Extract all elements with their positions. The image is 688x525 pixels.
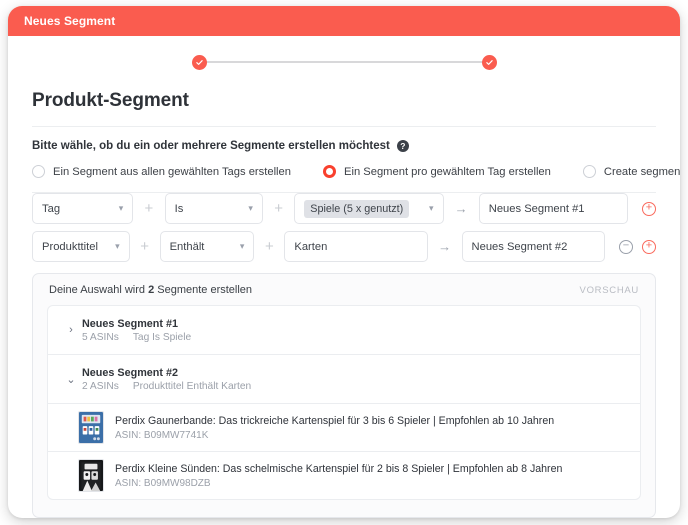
radio-indicator[interactable]: [323, 165, 336, 178]
chevron-down-icon: ▾: [118, 203, 124, 213]
product-asin: ASIN: B09MW98DZB: [115, 477, 211, 489]
preview-summary: Deine Auswahl wird 2 Segmente erstellen: [49, 284, 252, 296]
radio-label: Ein Segment aus allen gewählten Tags ers…: [53, 165, 291, 178]
segment-mode-radio-group: Ein Segment aus allen gewählten Tags ers…: [32, 165, 680, 178]
chevron-down-icon[interactable]: ⌄: [60, 373, 82, 386]
title-divider: [32, 126, 656, 127]
rule-operator-value: Enthält: [169, 240, 205, 253]
add-rule-button[interactable]: +: [642, 201, 656, 216]
rule-row-actions: +: [642, 201, 656, 216]
rule-attribute-value: Tag: [42, 202, 61, 215]
rule-operator-select[interactable]: Is ▾: [164, 193, 263, 224]
arrow-separator-icon: →: [454, 201, 468, 216]
radio-option-per-tag[interactable]: Ein Segment pro gewähltem Tag erstellen: [323, 165, 551, 178]
segment-name: Neues Segment #1: [82, 317, 179, 330]
segment-texts: Neues Segment #1 5 ASINs Tag Is Spiele: [82, 318, 191, 343]
product-image: [79, 412, 103, 443]
product-thumbnail: [78, 459, 104, 492]
rule-builder: Tag ▾ + Is ▾ + Spiele (5 x genutzt) ▾ →: [32, 193, 656, 271]
modal-title: Neues Segment: [24, 14, 116, 28]
preview-segment-list: › Neues Segment #1 5 ASINs Tag Is Spiele…: [33, 305, 655, 500]
stepper-line: [199, 61, 489, 63]
preview-summary-count: 2: [148, 284, 155, 296]
product-title: Perdix Kleine Sünden: Das schelmische Ka…: [115, 462, 563, 475]
segment-asin-count: 5 ASINs: [82, 331, 119, 343]
new-segment-modal: Neues Segment Produkt-Segment Bitte wähl…: [8, 6, 680, 518]
plus-separator-icon: +: [140, 238, 149, 255]
arrow-separator-icon: →: [438, 239, 452, 254]
radio-option-all-tags[interactable]: Ein Segment aus allen gewählten Tags ers…: [32, 165, 291, 178]
rule-operator-value: Is: [174, 202, 184, 215]
chevron-down-icon: ▾: [248, 203, 253, 213]
segment-name-value: Neues Segment #2: [471, 240, 568, 253]
preview-header: Deine Auswahl wird 2 Segmente erstellen …: [33, 274, 655, 305]
rule-row-actions: − +: [619, 239, 656, 254]
modal-header: Neues Segment: [8, 6, 680, 36]
help-icon[interactable]: ?: [396, 140, 409, 152]
stepper-step-2[interactable]: [481, 54, 497, 70]
segment-condition: Produkttitel Enthält Karten: [132, 380, 252, 392]
product-list-item[interactable]: Perdix Gaunerbande: Das trickreiche Kart…: [47, 403, 641, 451]
product-title: Perdix Gaunerbande: Das trickreiche Kart…: [115, 414, 555, 427]
preview-summary-prefix: Deine Auswahl wird: [49, 284, 145, 296]
product-image: [79, 460, 103, 491]
product-thumbnail: [78, 411, 104, 444]
radio-label: Create segment for all Products: [603, 165, 680, 178]
prompt-row: Bitte wähle, ob du ein oder mehrere Segm…: [32, 140, 656, 152]
segment-name-input[interactable]: Neues Segment #2: [461, 231, 605, 262]
preview-summary-suffix: Segmente erstellen: [157, 284, 253, 296]
rule-row: Produkttitel ▾ + Enthält ▾ + Karten → Ne…: [32, 231, 656, 262]
segment-name-value: Neues Segment #1: [488, 202, 585, 215]
rule-operator-select[interactable]: Enthält ▾: [159, 231, 255, 262]
stepper-track: [191, 53, 497, 71]
preview-label: VORSCHAU: [579, 284, 639, 296]
stepper-step-1[interactable]: [191, 54, 207, 70]
product-texts: Perdix Kleine Sünden: Das schelmische Ka…: [115, 463, 562, 489]
rule-value-select[interactable]: Spiele (5 x genutzt) ▾: [294, 193, 444, 224]
add-rule-button[interactable]: +: [642, 239, 656, 254]
segment-meta: 2 ASINs Produkttitel Enthält Karten: [82, 381, 251, 392]
segment-condition: Tag Is Spiele: [132, 331, 192, 343]
rule-attribute-value: Produkttitel: [42, 240, 98, 253]
chevron-down-icon: ▾: [239, 241, 245, 251]
modal-body: Produkt-Segment Bitte wähle, ob du ein o…: [8, 88, 680, 518]
radio-indicator[interactable]: [582, 165, 596, 178]
wizard-stepper: [8, 36, 680, 88]
radio-label: Ein Segment pro gewähltem Tag erstellen: [344, 165, 551, 178]
page-title: Produkt-Segment: [32, 90, 189, 111]
rule-row: Tag ▾ + Is ▾ + Spiele (5 x genutzt) ▾ →: [32, 193, 656, 224]
check-circle-icon: [195, 59, 203, 65]
product-texts: Perdix Gaunerbande: Das trickreiche Kart…: [115, 415, 554, 441]
plus-separator-icon: +: [144, 200, 154, 217]
product-list-item[interactable]: Perdix Kleine Sünden: Das schelmische Ka…: [47, 451, 641, 500]
rule-value-text: Karten: [294, 240, 328, 253]
segment-accordion-item[interactable]: ⌄ Neues Segment #2 2 ASINs Produkttitel …: [47, 354, 641, 403]
chevron-right-icon[interactable]: ›: [60, 324, 82, 336]
preview-panel: Deine Auswahl wird 2 Segmente erstellen …: [32, 273, 656, 518]
rule-value-input[interactable]: Karten: [284, 231, 428, 262]
radio-indicator[interactable]: [32, 165, 45, 178]
prompt-text: Bitte wähle, ob du ein oder mehrere Segm…: [32, 140, 390, 152]
segment-name-input[interactable]: Neues Segment #1: [478, 193, 628, 224]
check-circle-icon: [485, 59, 493, 65]
rule-attribute-select[interactable]: Produkttitel ▾: [32, 231, 130, 262]
rule-attribute-select[interactable]: Tag ▾: [32, 193, 134, 224]
segment-name: Neues Segment #2: [82, 366, 179, 379]
plus-separator-icon: +: [265, 238, 274, 255]
product-asin: ASIN: B09MW7741K: [115, 429, 209, 441]
segment-accordion-item[interactable]: › Neues Segment #1 5 ASINs Tag Is Spiele: [47, 305, 641, 354]
segment-meta: 5 ASINs Tag Is Spiele: [82, 332, 191, 343]
segment-asin-count: 2 ASINs: [82, 380, 119, 392]
radio-option-all-products[interactable]: Create segment for all Products: [582, 165, 680, 178]
segment-texts: Neues Segment #2 2 ASINs Produkttitel En…: [82, 367, 251, 392]
screen: Neues Segment Produkt-Segment Bitte wähl…: [0, 0, 688, 525]
plus-separator-icon: +: [274, 200, 283, 217]
remove-rule-button[interactable]: −: [619, 239, 633, 254]
chevron-down-icon: ▾: [428, 203, 434, 213]
rule-value-chip: Spiele (5 x genutzt): [304, 199, 410, 218]
chevron-down-icon: ▾: [115, 241, 120, 251]
